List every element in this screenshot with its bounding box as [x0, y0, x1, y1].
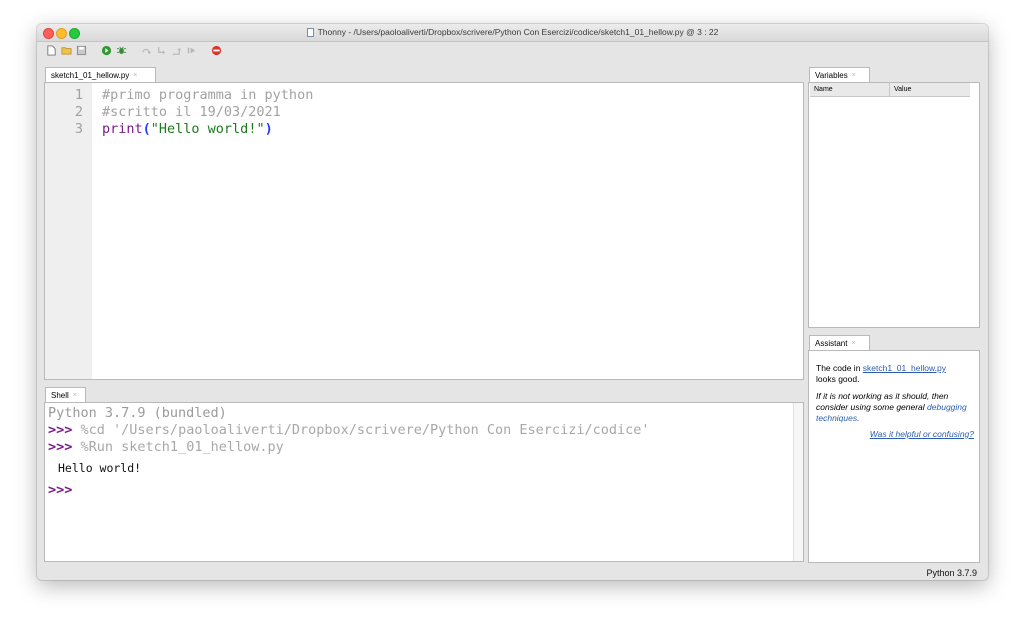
assistant-text: The code in	[816, 363, 863, 373]
close-window-button[interactable]	[43, 28, 54, 39]
line-number: 2	[74, 104, 83, 120]
zoom-window-button[interactable]	[69, 28, 80, 39]
tab-assistant[interactable]: Assistant ×	[809, 335, 870, 350]
step-over-icon	[140, 44, 152, 56]
close-tab-icon[interactable]: ×	[133, 68, 137, 83]
step-into-icon	[155, 44, 167, 56]
step-out-icon	[170, 44, 182, 56]
shell-command: %Run sketch1_01_hellow.py	[80, 439, 284, 455]
print-keyword: print	[102, 121, 143, 137]
tab-variables[interactable]: Variables ×	[809, 67, 870, 82]
assistant-text: looks good.	[816, 374, 860, 384]
shell-prompt: >>>	[48, 482, 73, 498]
shell-command-line: >>> %cd '/Users/paoloaliverti/Dropbox/sc…	[48, 422, 649, 438]
code-editor[interactable]: 1 2 3 #primo programma in python #scritt…	[44, 82, 804, 380]
variables-tab-label: Variables	[815, 70, 848, 80]
string-literal: "Hello world!"	[150, 121, 265, 137]
shell-scrollbar[interactable]	[793, 403, 803, 561]
shell-output: Hello world!	[58, 461, 142, 475]
shell-prompt: >>>	[48, 422, 73, 438]
window-title: Thonny - /Users/paoloaliverti/Dropbox/sc…	[317, 27, 719, 37]
run-icon[interactable]	[100, 44, 112, 56]
line-number-gutter: 1 2 3	[45, 83, 92, 379]
column-header-value[interactable]: Value	[890, 83, 970, 97]
column-header-name[interactable]: Name	[810, 83, 890, 97]
close-tab-icon[interactable]: ×	[852, 68, 856, 83]
minimize-window-button[interactable]	[56, 28, 67, 39]
tab-sketch1-01-hellow[interactable]: sketch1_01_hellow.py ×	[45, 67, 156, 82]
code-line-1: #primo programma in python	[102, 87, 314, 103]
editor-tab-label: sketch1_01_hellow.py	[51, 70, 130, 80]
variables-panel: Name Value	[808, 82, 980, 328]
save-icon[interactable]	[75, 44, 87, 56]
file-link[interactable]: sketch1_01_hellow.py	[863, 363, 946, 373]
stop-icon[interactable]	[210, 44, 222, 56]
title-bar: Thonny - /Users/paoloaliverti/Dropbox/sc…	[37, 24, 988, 42]
shell-command: %cd '/Users/paoloaliverti/Dropbox/scrive…	[80, 422, 650, 438]
resume-icon	[185, 44, 197, 56]
feedback-link[interactable]: Was it helpful or confusing?	[870, 429, 974, 439]
line-number: 1	[74, 87, 83, 103]
paren-open: (	[142, 121, 151, 137]
debug-icon[interactable]	[115, 44, 127, 56]
shell-command-line: >>> %Run sketch1_01_hellow.py	[48, 439, 284, 455]
close-tab-icon[interactable]: ×	[851, 336, 855, 351]
close-tab-icon[interactable]: ×	[73, 388, 77, 403]
assistant-panel: The code in sketch1_01_hellow.py looks g…	[808, 350, 980, 563]
toolbar	[37, 42, 988, 58]
shell-input-line[interactable]: >>>	[48, 482, 72, 498]
shell-console[interactable]: Python 3.7.9 (bundled) >>> %cd '/Users/p…	[44, 402, 804, 562]
document-icon	[306, 28, 314, 37]
assistant-message: The code in sketch1_01_hellow.py looks g…	[816, 363, 974, 385]
line-number: 3	[74, 121, 83, 137]
paren-close: )	[264, 121, 273, 137]
assistant-hint: If it is not working as it should, then …	[816, 391, 974, 424]
code-line-3: print("Hello world!")	[102, 121, 273, 137]
thonny-window: Thonny - /Users/paoloaliverti/Dropbox/sc…	[37, 24, 988, 580]
tab-shell[interactable]: Shell ×	[45, 387, 86, 402]
open-file-icon[interactable]	[60, 44, 72, 56]
new-file-icon[interactable]	[45, 44, 57, 56]
shell-tab-label: Shell	[51, 390, 69, 400]
assistant-feedback: Was it helpful or confusing?	[816, 429, 974, 440]
assistant-hint-end: .	[857, 413, 860, 423]
shell-prompt: >>>	[48, 439, 73, 455]
code-line-2: #scritto il 19/03/2021	[102, 104, 281, 120]
assistant-tab-label: Assistant	[815, 338, 848, 348]
shell-banner: Python 3.7.9 (bundled)	[48, 405, 227, 421]
python-version-status[interactable]: Python 3.7.9	[926, 568, 977, 578]
